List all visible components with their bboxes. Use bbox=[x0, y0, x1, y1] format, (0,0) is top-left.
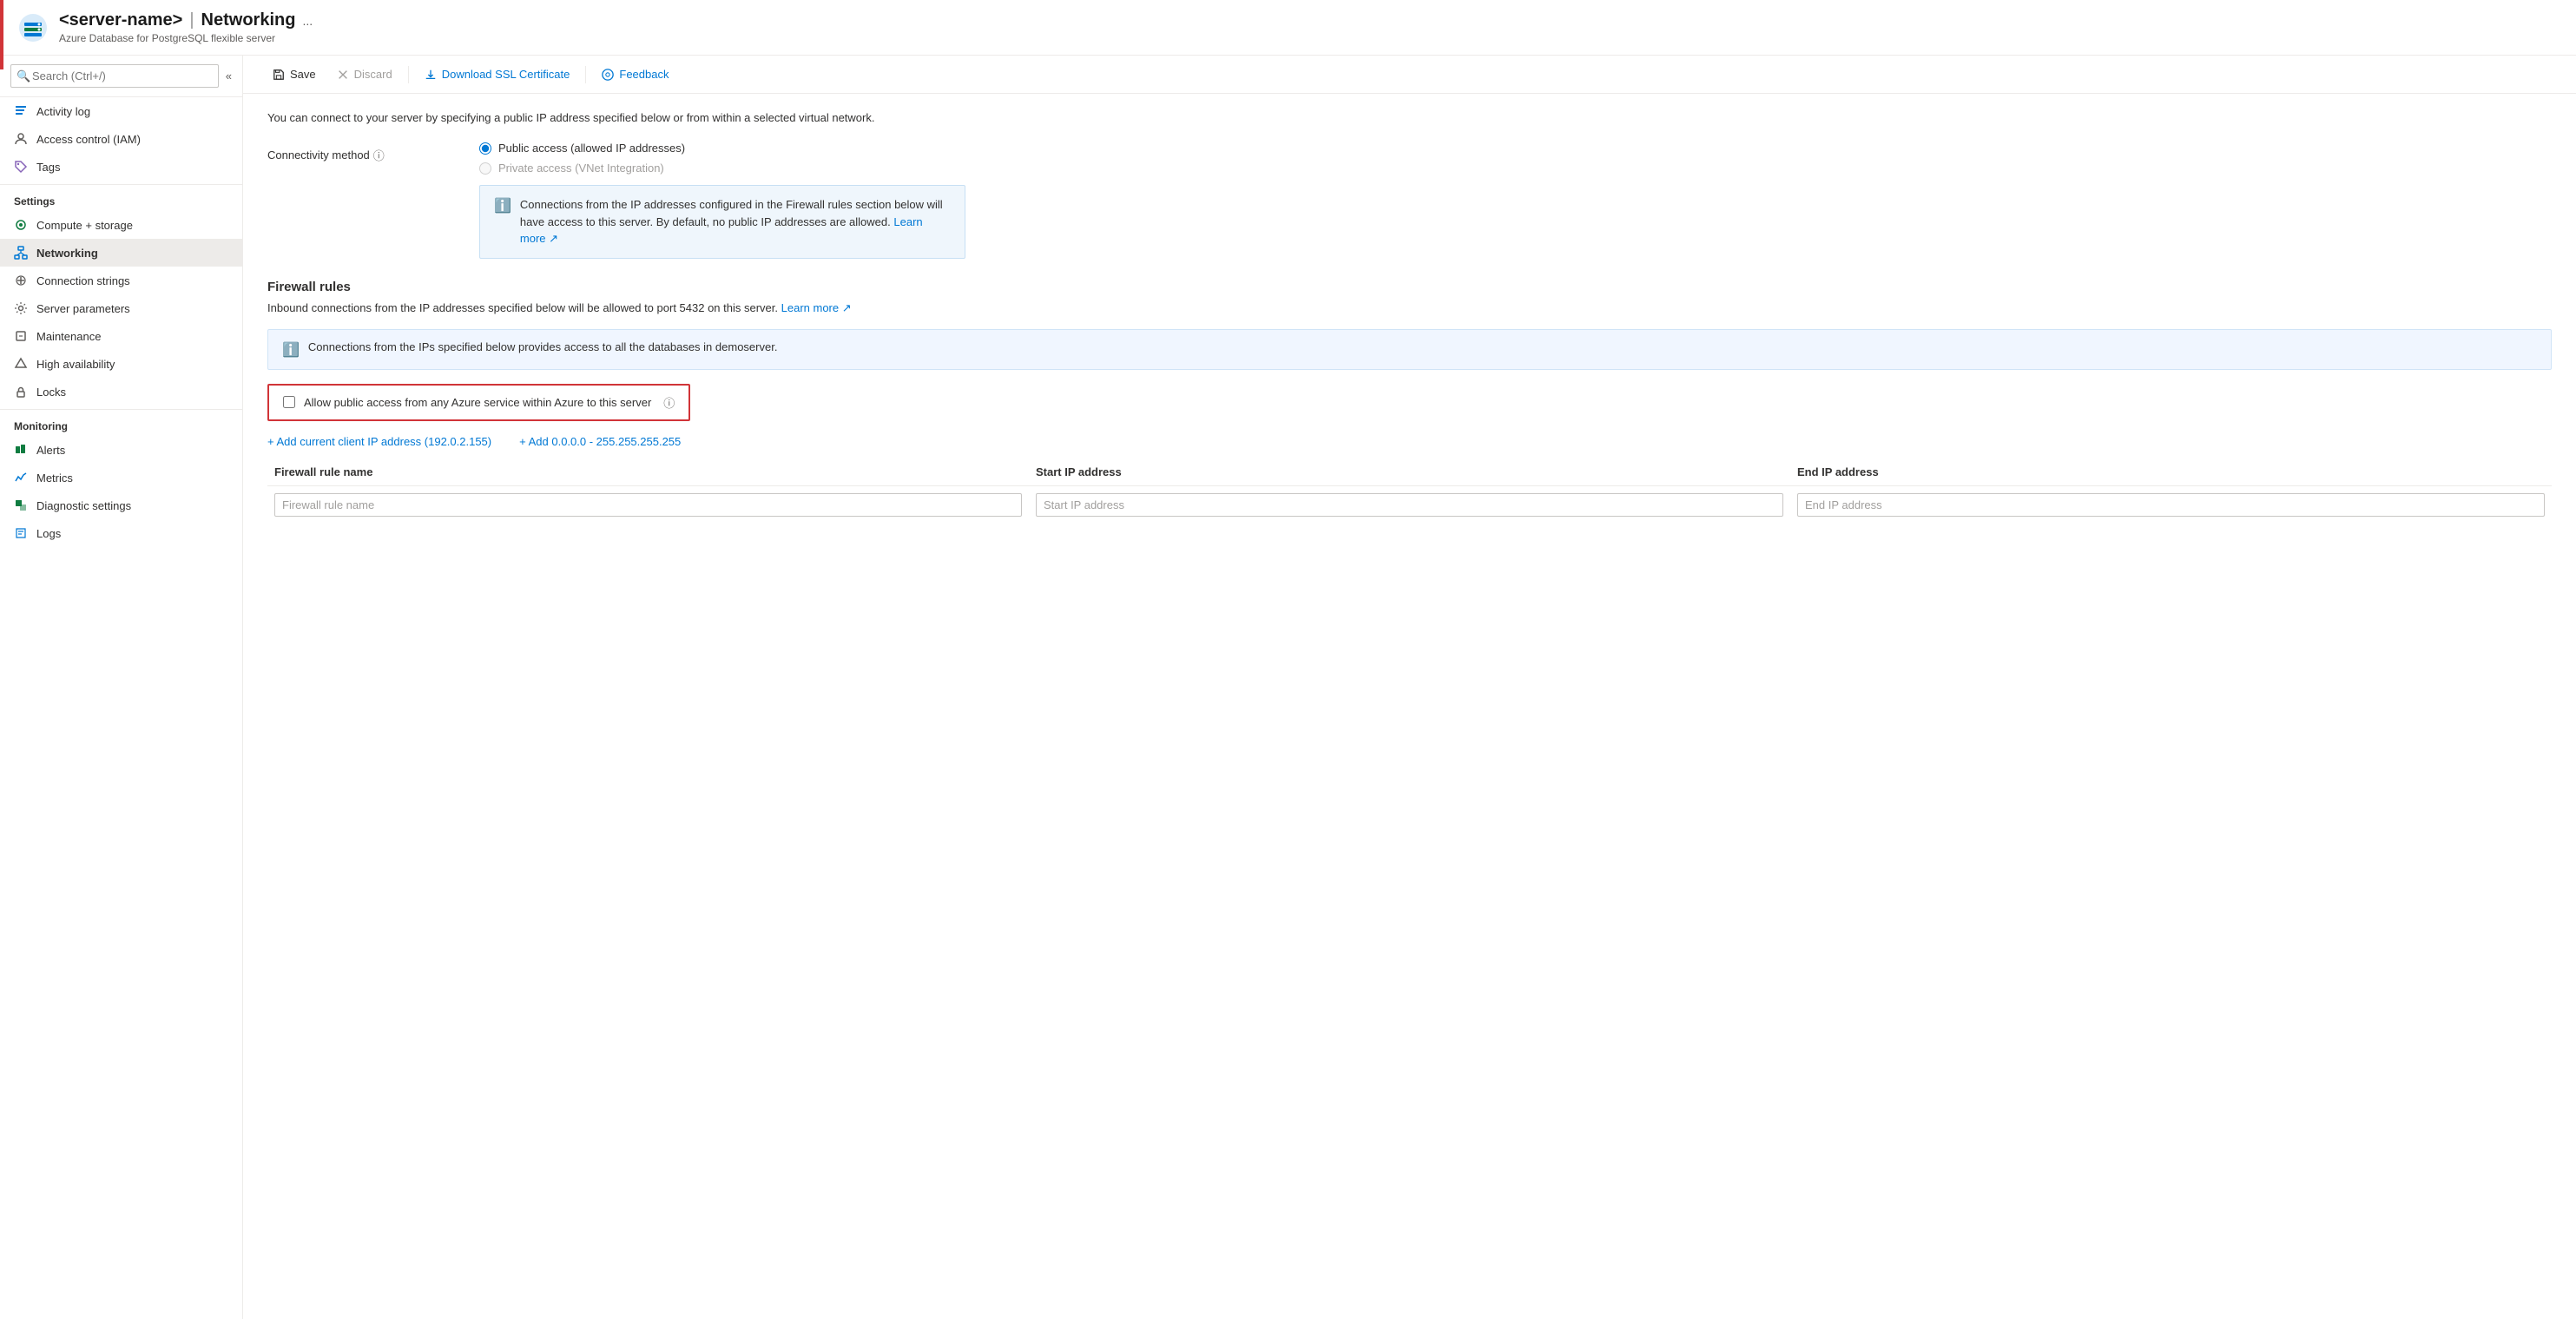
download-ssl-button[interactable]: Download SSL Certificate bbox=[416, 63, 579, 86]
header-title-block: <server-name> | Networking ... Azure Dat… bbox=[59, 10, 2559, 44]
sidebar-item-diagnostic-settings[interactable]: Diagnostic settings bbox=[0, 491, 242, 519]
sidebar-item-server-parameters[interactable]: Server parameters bbox=[0, 294, 242, 322]
connectivity-controls: Public access (allowed IP addresses) Pri… bbox=[479, 142, 2552, 259]
sidebar-item-alerts[interactable]: Alerts bbox=[0, 436, 242, 464]
table-row bbox=[267, 493, 2552, 517]
info-icon: ℹ️ bbox=[494, 197, 511, 247]
ha-icon bbox=[14, 357, 28, 371]
alert-info-icon: ℹ️ bbox=[282, 341, 300, 359]
connectivity-method-row: Connectivity method ⓘ Public access (all… bbox=[267, 142, 2552, 259]
sidebar-item-logs[interactable]: Logs bbox=[0, 519, 242, 547]
col-end-ip: End IP address bbox=[1790, 465, 2552, 478]
add-all-ip-link[interactable]: + Add 0.0.0.0 - 255.255.255.255 bbox=[519, 435, 681, 448]
discard-button[interactable]: Discard bbox=[328, 63, 401, 86]
page-description: You can connect to your server by specif… bbox=[267, 111, 2552, 124]
end-ip-input[interactable] bbox=[1797, 493, 2545, 517]
start-ip-cell bbox=[1029, 493, 1790, 517]
sidebar-search-container: 🔍 « bbox=[0, 56, 242, 97]
feedback-button[interactable]: Feedback bbox=[593, 63, 677, 86]
firewall-rule-name-cell bbox=[267, 493, 1029, 517]
checkbox-info-icon[interactable]: ⓘ bbox=[663, 394, 675, 411]
compute-icon bbox=[14, 218, 28, 232]
lock-icon bbox=[14, 385, 28, 399]
allow-public-access-container: Allow public access from any Azure servi… bbox=[267, 384, 2552, 435]
toolbar-separator bbox=[408, 66, 409, 83]
alert-text: Connections from the IPs specified below… bbox=[308, 340, 778, 359]
activity-log-icon bbox=[14, 104, 28, 118]
feedback-icon bbox=[602, 69, 614, 81]
settings-section-label: Settings bbox=[0, 184, 242, 211]
connectivity-info-box: ℹ️ Connections from the IP addresses con… bbox=[479, 185, 965, 259]
sidebar-item-maintenance[interactable]: Maintenance bbox=[0, 322, 242, 350]
firewall-learn-more-link[interactable]: Learn more ↗ bbox=[781, 301, 852, 314]
col-start-ip: Start IP address bbox=[1029, 465, 1790, 478]
settings-icon bbox=[14, 301, 28, 315]
networking-icon bbox=[14, 246, 28, 260]
header-subtitle: Azure Database for PostgreSQL flexible s… bbox=[59, 32, 2559, 44]
download-icon bbox=[425, 69, 437, 81]
search-input[interactable] bbox=[10, 64, 219, 88]
info-box-text: Connections from the IP addresses config… bbox=[520, 196, 951, 247]
sidebar-item-compute-storage[interactable]: Compute + storage bbox=[0, 211, 242, 239]
main-content: You can connect to your server by specif… bbox=[243, 94, 2576, 1319]
private-access-option[interactable]: Private access (VNet Integration) bbox=[479, 162, 2552, 175]
page-title: <server-name> | Networking ... bbox=[59, 10, 2559, 30]
save-icon bbox=[273, 69, 285, 81]
save-button[interactable]: Save bbox=[264, 63, 325, 86]
sidebar-item-locks[interactable]: Locks bbox=[0, 378, 242, 406]
metrics-icon bbox=[14, 471, 28, 485]
private-access-radio[interactable] bbox=[479, 162, 491, 175]
monitoring-section-label: Monitoring bbox=[0, 409, 242, 436]
firewall-description: Inbound connections from the IP addresse… bbox=[267, 301, 2552, 315]
add-ip-links-row: + Add current client IP address (192.0.2… bbox=[267, 435, 2552, 448]
public-access-radio[interactable] bbox=[479, 142, 491, 155]
sidebar-item-tags[interactable]: Tags bbox=[0, 153, 242, 181]
sidebar-item-high-availability[interactable]: High availability bbox=[0, 350, 242, 378]
maintenance-icon bbox=[14, 329, 28, 343]
sidebar-item-networking[interactable]: Networking bbox=[0, 239, 242, 267]
start-ip-input[interactable] bbox=[1036, 493, 1783, 517]
alert-info-box: ℹ️ Connections from the IPs specified be… bbox=[267, 329, 2552, 370]
allow-azure-checkbox-label[interactable]: Allow public access from any Azure servi… bbox=[267, 384, 690, 421]
discard-icon bbox=[337, 69, 349, 81]
allow-azure-checkbox[interactable] bbox=[283, 396, 295, 408]
search-icon: 🔍 bbox=[16, 69, 30, 83]
alerts-icon bbox=[14, 443, 28, 457]
logs-icon bbox=[14, 526, 28, 540]
end-ip-cell bbox=[1790, 493, 2552, 517]
public-access-option[interactable]: Public access (allowed IP addresses) bbox=[479, 142, 2552, 155]
sidebar-item-connection-strings[interactable]: Connection strings bbox=[0, 267, 242, 294]
tag-icon bbox=[14, 160, 28, 174]
toolbar-separator-2 bbox=[585, 66, 586, 83]
sidebar: 🔍 « Activity log Access control (IAM) Ta… bbox=[0, 56, 243, 1319]
sidebar-collapse-icon[interactable]: « bbox=[226, 69, 232, 82]
firewall-section-title: Firewall rules bbox=[267, 280, 2552, 294]
sidebar-item-access-control[interactable]: Access control (IAM) bbox=[0, 125, 242, 153]
add-client-ip-link[interactable]: + Add current client IP address (192.0.2… bbox=[267, 435, 491, 448]
sidebar-item-activity-log[interactable]: Activity log bbox=[0, 97, 242, 125]
red-accent-decoration bbox=[0, 0, 3, 69]
firewall-rule-name-input[interactable] bbox=[274, 493, 1022, 517]
iam-icon bbox=[14, 132, 28, 146]
connectivity-label: Connectivity method ⓘ bbox=[267, 142, 458, 163]
header-more-dots[interactable]: ... bbox=[302, 14, 313, 28]
connectivity-info-icon[interactable]: ⓘ bbox=[373, 147, 385, 163]
col-firewall-rule-name: Firewall rule name bbox=[267, 465, 1029, 478]
connection-strings-icon bbox=[14, 274, 28, 287]
page-header: <server-name> | Networking ... Azure Dat… bbox=[0, 0, 2576, 56]
sidebar-item-metrics[interactable]: Metrics bbox=[0, 464, 242, 491]
diagnostic-icon bbox=[14, 498, 28, 512]
firewall-table-header: Firewall rule name Start IP address End … bbox=[267, 465, 2552, 486]
toolbar: Save Discard Download SSL Certificate Fe… bbox=[243, 56, 2576, 94]
server-icon bbox=[17, 12, 49, 43]
